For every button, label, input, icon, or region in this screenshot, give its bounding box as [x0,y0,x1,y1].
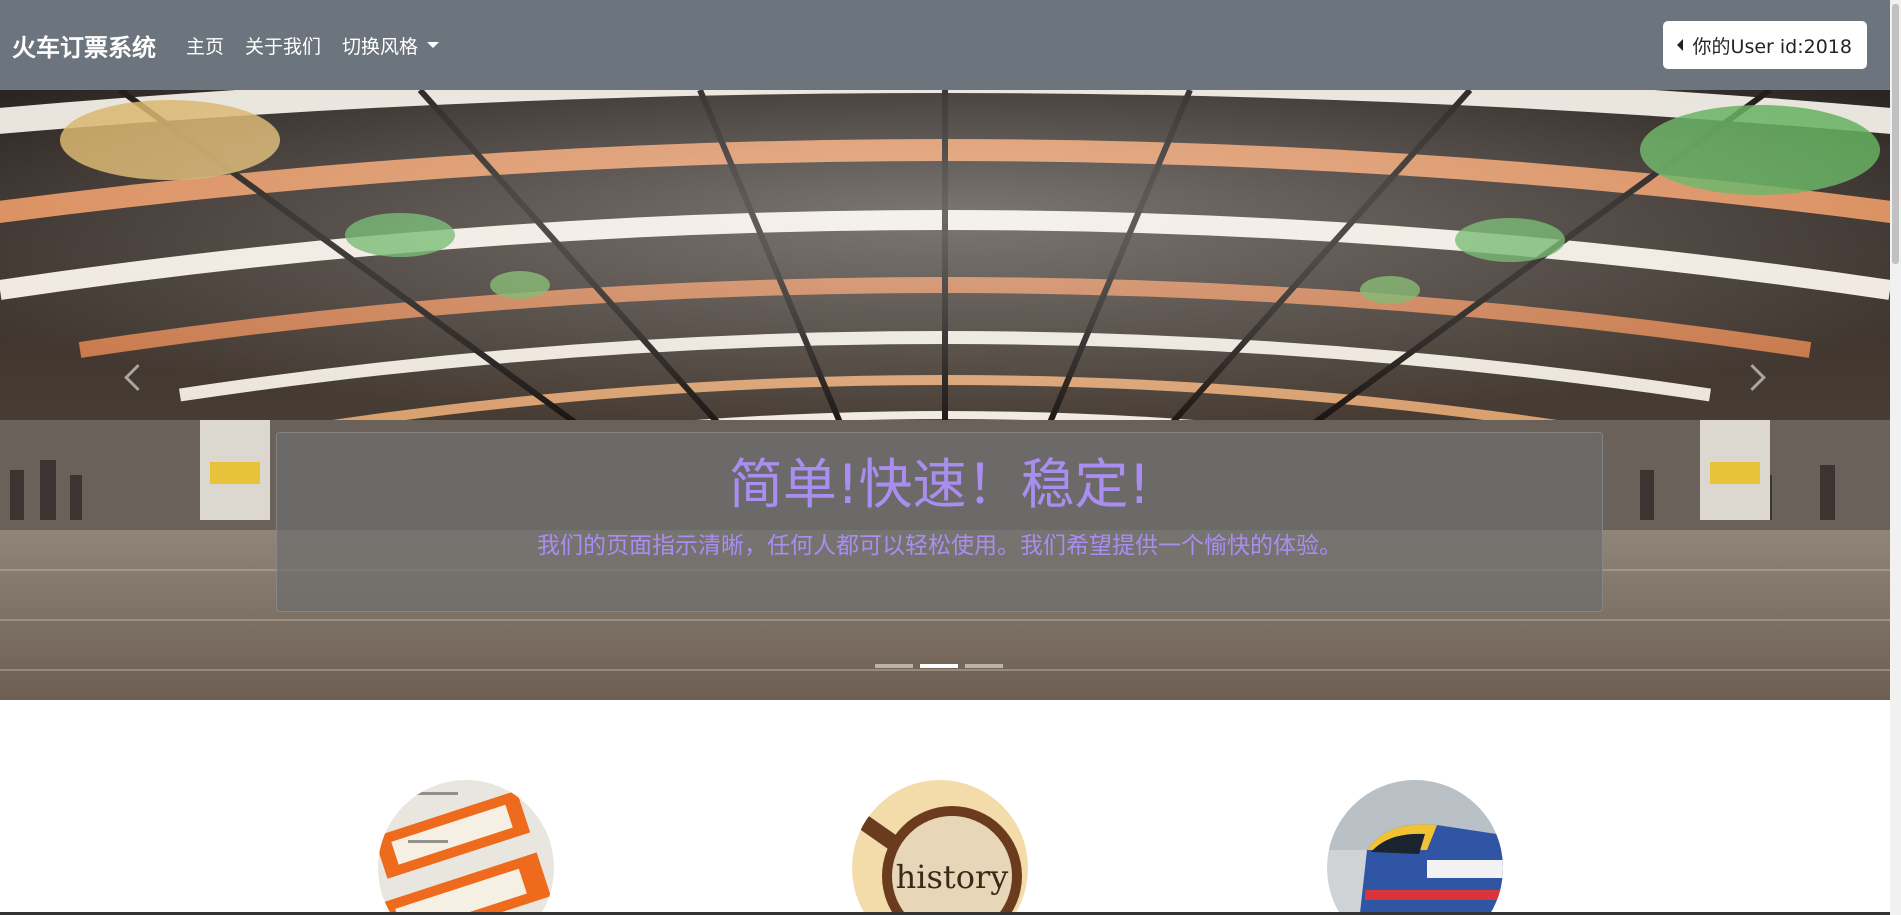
caption-title: 简单!快速！稳定! [728,453,1151,516]
nav-link-about[interactable]: 关于我们 [245,32,321,59]
caret-down-icon [427,42,440,48]
caret-left-icon [1676,39,1683,51]
carousel-caption: 简单!快速！稳定! 我们的页面指示清晰，任何人都可以轻松使用。我们希望提供一个愉… [276,432,1603,612]
tickets-icon [378,780,554,915]
feature-history-image: history [852,780,1028,915]
caption-text: 我们的页面指示清晰，任何人都可以轻松使用。我们希望提供一个愉快的体验。 [537,533,1342,560]
page: 火车订票系统 主页 关于我们 切换风格 你的User id:2018 简单!快速… [0,0,1890,915]
chevron-right-icon [1739,364,1766,391]
carousel-next-button[interactable] [1620,90,1890,700]
theme-dropdown[interactable]: 切换风格 [342,32,440,59]
history-word: history [896,858,1009,896]
carousel-indicator-3[interactable] [965,664,1003,668]
feature-train-image [1327,780,1503,915]
carousel-indicators [875,664,1010,668]
navbar: 火车订票系统 主页 关于我们 切换风格 你的User id:2018 [0,0,1890,90]
train-icon [1327,780,1503,915]
page-scrollbar[interactable] [1890,0,1901,915]
carousel-prev-button[interactable] [0,90,270,700]
carousel-indicator-2[interactable] [920,664,958,668]
carousel: 简单!快速！稳定! 我们的页面指示清晰，任何人都可以轻松使用。我们希望提供一个愉… [0,90,1890,700]
nav-link-home[interactable]: 主页 [186,32,224,59]
user-id-button[interactable]: 你的User id:2018 [1662,21,1867,69]
scrollbar-thumb[interactable] [1892,4,1899,264]
carousel-indicator-1[interactable] [875,664,913,668]
magnifier-icon: history [852,780,1028,915]
feature-tickets-image [378,780,554,915]
chevron-left-icon [124,364,151,391]
brand-title[interactable]: 火车订票系统 [12,28,156,63]
theme-dropdown-label: 切换风格 [342,35,419,58]
user-id-label: 你的User id:2018 [1692,35,1852,58]
